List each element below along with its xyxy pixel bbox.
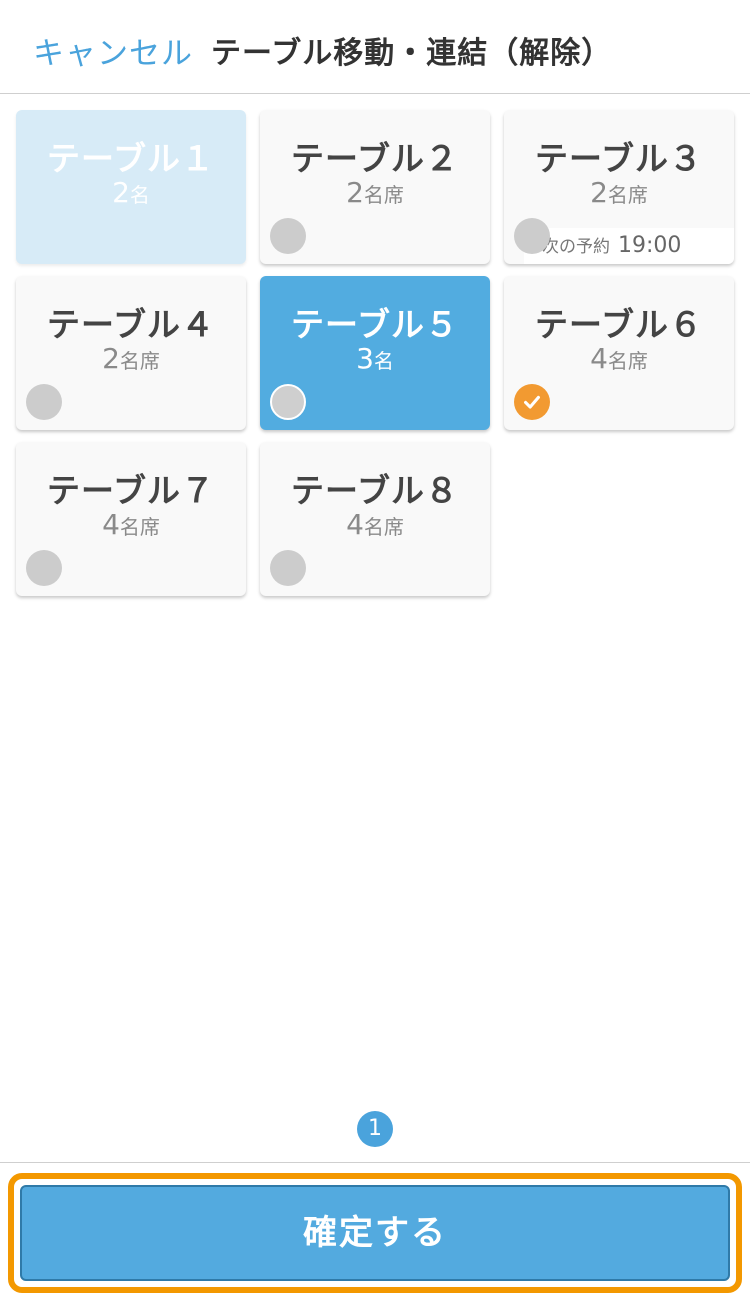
table-card-1: テーブル１ 2名 xyxy=(16,110,246,264)
next-reservation-time: 19:00 xyxy=(618,233,682,258)
footer-divider xyxy=(0,1162,750,1163)
table-card-6[interactable]: テーブル６ 4名席 xyxy=(504,276,734,430)
page-indicator[interactable]: 1 xyxy=(357,1111,393,1147)
seats-number: 4 xyxy=(346,508,364,541)
seats-number: 4 xyxy=(102,508,120,541)
seats-unit: 名席 xyxy=(607,349,648,373)
table-seats: 4名席 xyxy=(260,508,490,541)
table-name: テーブル８ xyxy=(290,471,460,510)
next-reservation: 次の予約 19:00 xyxy=(524,228,734,264)
seats-unit: 名席 xyxy=(119,515,160,539)
next-reservation-label: 次の予約 xyxy=(542,237,610,257)
seats-unit: 名 xyxy=(129,183,150,207)
table-seats: 4名席 xyxy=(16,508,246,541)
table-name: テーブル３ xyxy=(534,139,704,178)
seats-unit: 名席 xyxy=(363,515,404,539)
table-seats: 2名席 xyxy=(16,342,246,375)
table-name: テーブル６ xyxy=(534,305,704,344)
confirm-highlight-frame: 確定する xyxy=(8,1173,742,1293)
table-seats: 4名席 xyxy=(504,342,734,375)
confirm-button[interactable]: 確定する xyxy=(20,1185,730,1281)
checkmark-glyph xyxy=(524,395,540,409)
cancel-button[interactable]: キャンセル xyxy=(33,28,193,73)
table-name: テーブル５ xyxy=(290,305,460,344)
header: キャンセル テーブル移動・連結（解除） xyxy=(0,0,750,94)
seats-unit: 名 xyxy=(373,349,394,373)
table-card-2[interactable]: テーブル２ 2名席 xyxy=(260,110,490,264)
seats-number: 2 xyxy=(346,176,364,209)
table-seats: 2名 xyxy=(16,176,246,209)
table-seats: 2名席 xyxy=(260,176,490,209)
radio-circle-icon[interactable] xyxy=(514,218,550,254)
table-card-3[interactable]: テーブル３ 2名席 次の予約 19:00 xyxy=(504,110,734,264)
checkmark-icon[interactable] xyxy=(514,384,550,420)
seats-number: 3 xyxy=(356,342,374,375)
table-seats: 3名 xyxy=(260,342,490,375)
seats-number: 2 xyxy=(112,176,130,209)
table-name: テーブル７ xyxy=(46,471,216,510)
table-card-7[interactable]: テーブル７ 4名席 xyxy=(16,442,246,596)
table-name: テーブル４ xyxy=(46,305,216,344)
table-card-5[interactable]: テーブル５ 3名 xyxy=(260,276,490,430)
radio-circle-icon[interactable] xyxy=(26,550,62,586)
table-name: テーブル１ xyxy=(46,139,216,178)
radio-circle-icon[interactable] xyxy=(270,384,306,420)
table-card-8[interactable]: テーブル８ 4名席 xyxy=(260,442,490,596)
seats-unit: 名席 xyxy=(119,349,160,373)
table-move-screen: キャンセル テーブル移動・連結（解除） テーブル１ 2名 テーブル２ 2名席 テ… xyxy=(0,0,750,1300)
table-seats: 2名席 xyxy=(504,176,734,209)
seats-number: 2 xyxy=(102,342,120,375)
table-name: テーブル２ xyxy=(290,139,460,178)
table-card-4[interactable]: テーブル４ 2名席 xyxy=(16,276,246,430)
page-title: テーブル移動・連結（解除） xyxy=(211,36,613,71)
radio-circle-icon[interactable] xyxy=(270,550,306,586)
seats-unit: 名席 xyxy=(363,183,404,207)
radio-circle-icon[interactable] xyxy=(270,218,306,254)
seats-unit: 名席 xyxy=(607,183,648,207)
radio-circle-icon[interactable] xyxy=(26,384,62,420)
seats-number: 4 xyxy=(590,342,608,375)
seats-number: 2 xyxy=(590,176,608,209)
